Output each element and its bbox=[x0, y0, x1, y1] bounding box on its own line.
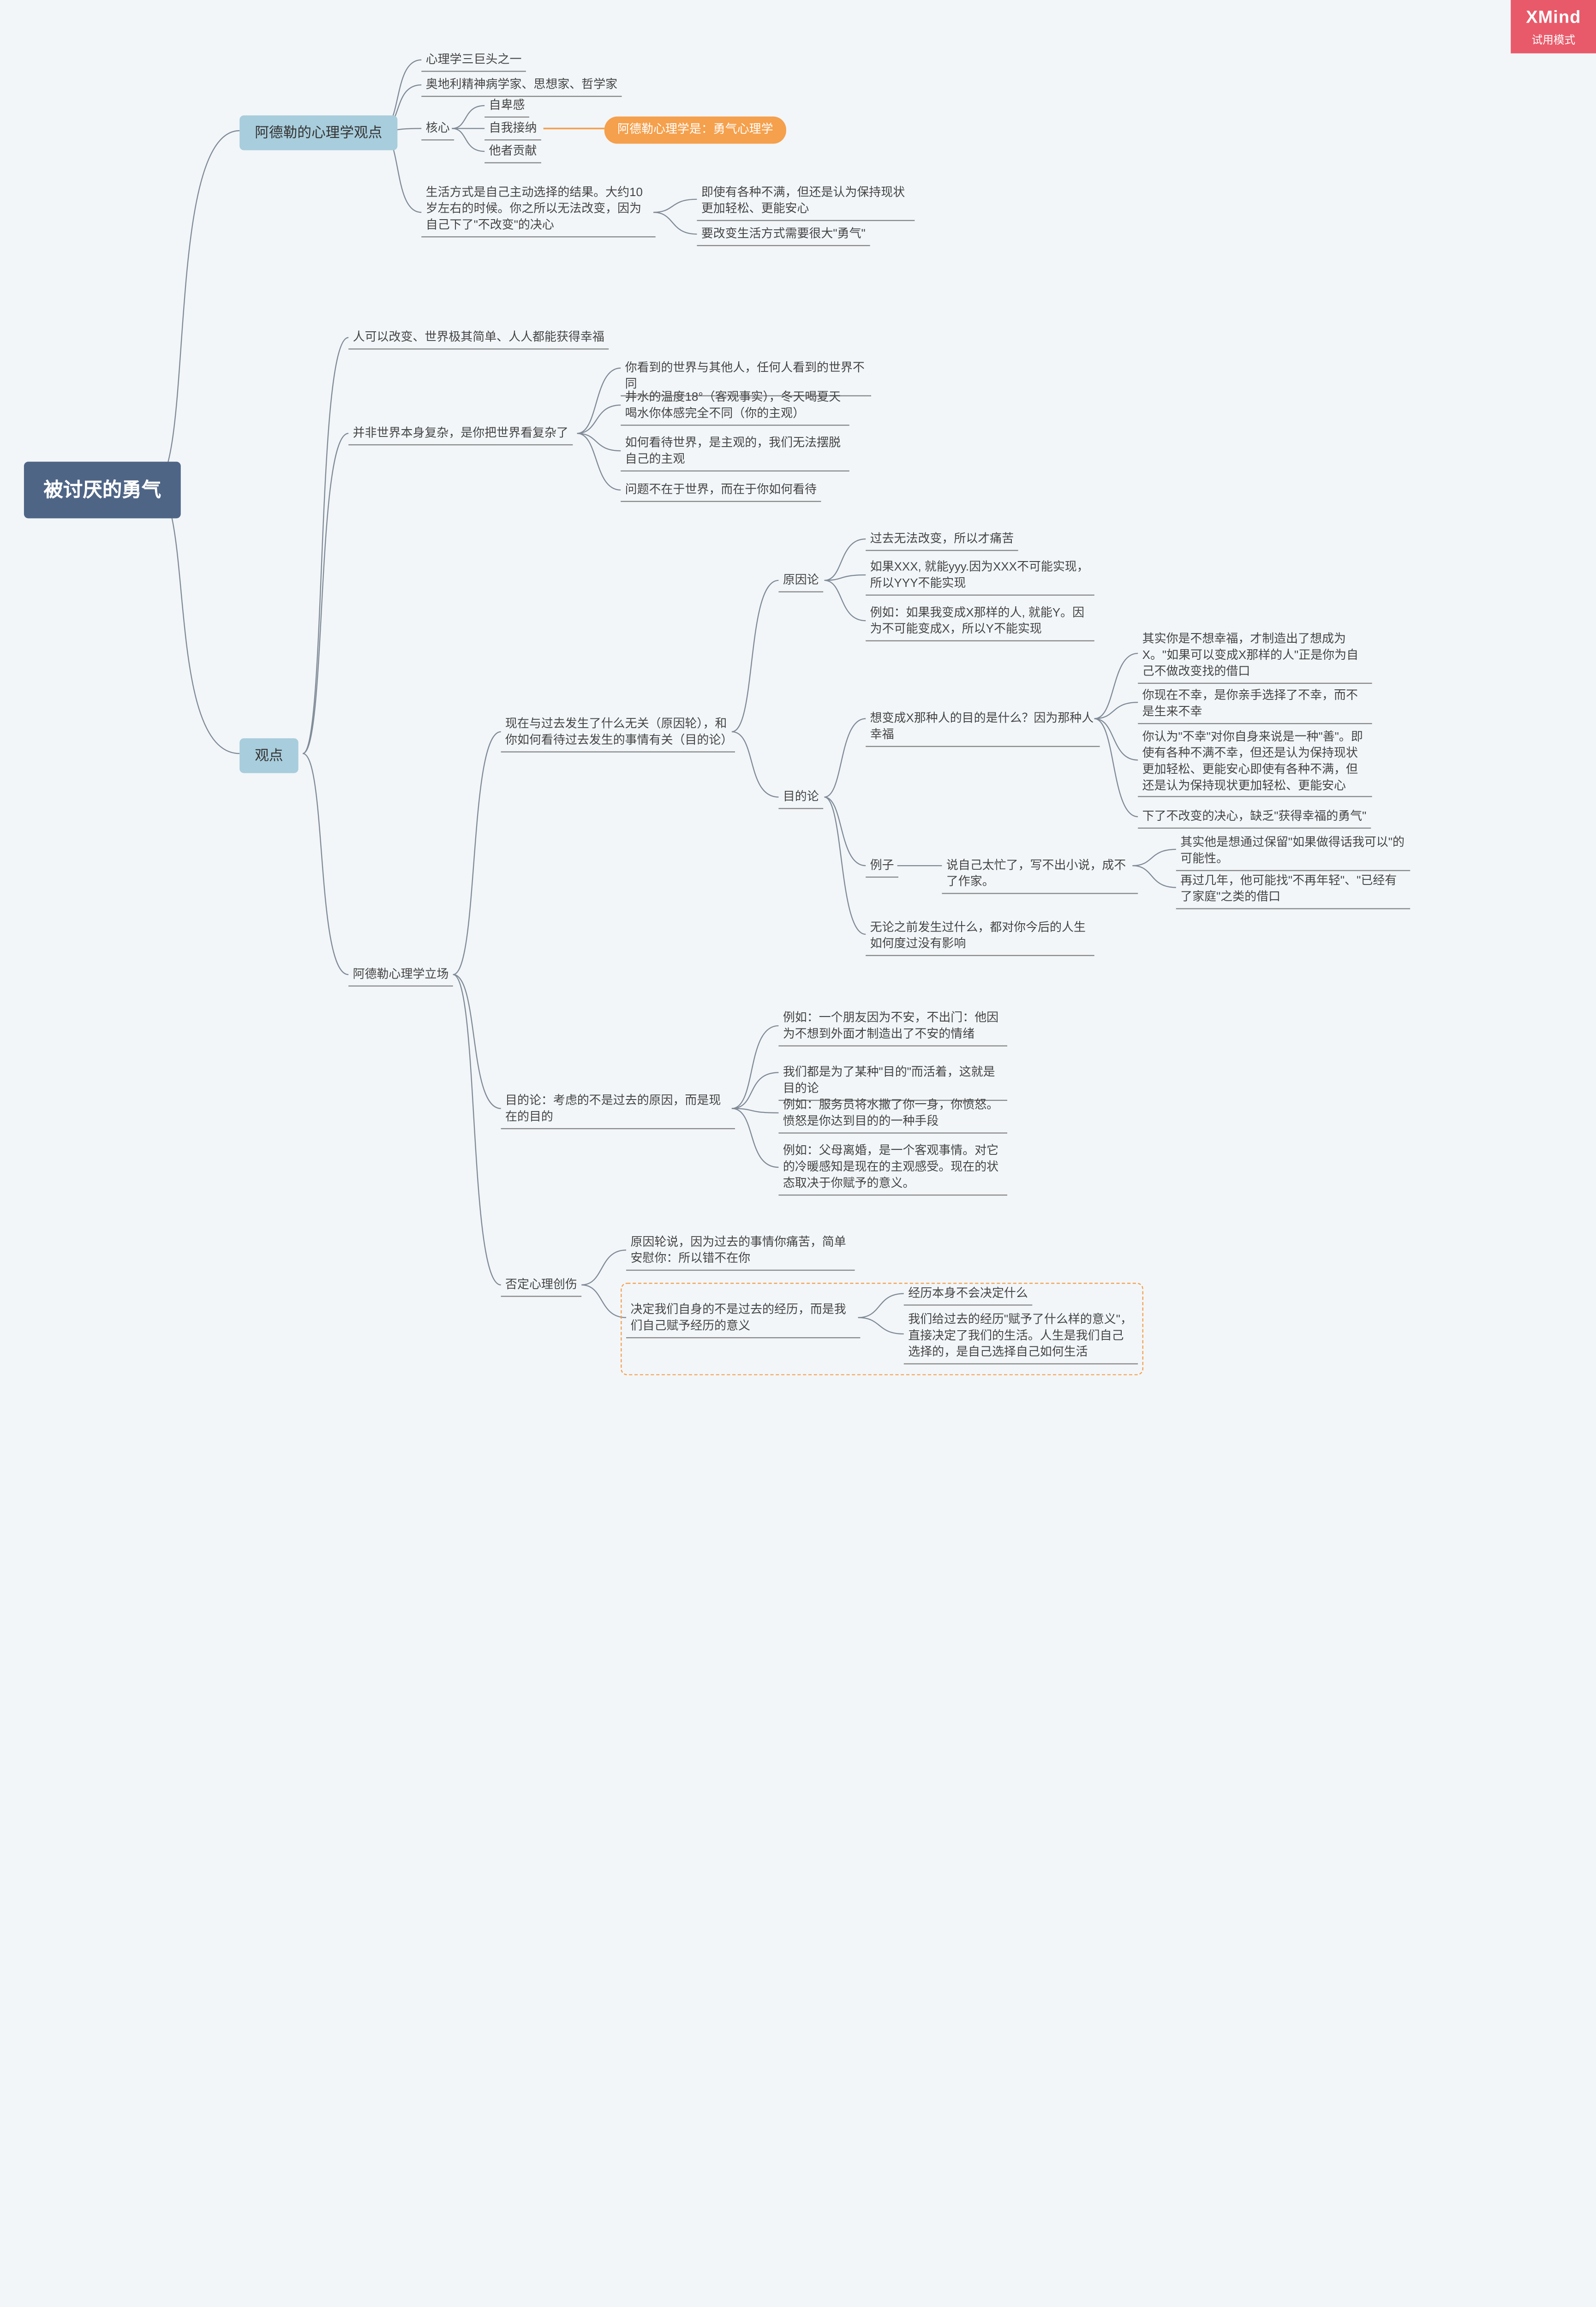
leaf-b3[interactable]: 阿德勒心理学立场 bbox=[348, 965, 453, 986]
leaf-b3a[interactable]: 现在与过去发生了什么无关（原因轮），和你如何看待过去发生的事情有关（目的论） bbox=[501, 714, 735, 752]
leaf-b3b2[interactable]: 我们都是为了某种"目的"而活着，这就是目的论 bbox=[778, 1063, 1007, 1100]
topic-adler-views[interactable]: 阿德勒的心理学观点 bbox=[239, 115, 397, 149]
leaf-b2d[interactable]: 问题不在于世界，而在于你如何看待 bbox=[621, 480, 821, 502]
leaf-b2[interactable]: 并非世界本身复杂，是你把世界看复杂了 bbox=[348, 424, 573, 445]
leaf-a3[interactable]: 核心 bbox=[421, 119, 454, 140]
xmind-watermark: XMind 试用模式 bbox=[1511, 0, 1596, 54]
leaf-g1b[interactable]: 你现在不幸，是你亲手选择了不幸，而不是生来不幸 bbox=[1138, 686, 1372, 724]
leaf-g1c[interactable]: 你认为"不幸"对你自身来说是一种"善"。即使有各种不满不幸，但还是认为保持现状更… bbox=[1138, 727, 1372, 797]
leaf-a3b[interactable]: 自我接纳 bbox=[484, 119, 541, 140]
leaf-b3b4[interactable]: 例如：父母离婚，是一个客观事情。对它的冷暖感知是现在的主观感受。现在的状态取决于… bbox=[778, 1141, 1007, 1195]
leaf-g1a[interactable]: 其实你是不想幸福，才制造出了想成为X。"如果可以变成X那样的人"正是你为自己不做… bbox=[1138, 629, 1372, 683]
topic-views[interactable]: 观点 bbox=[239, 738, 298, 772]
leaf-g2[interactable]: 例子 bbox=[866, 856, 898, 878]
watermark-brand: XMind bbox=[1526, 9, 1581, 28]
leaf-g3[interactable]: 无论之前发生过什么，都对你今后的人生如何度过没有影响 bbox=[866, 918, 1094, 956]
leaf-b3c2[interactable]: 决定我们自身的不是过去的经历，而是我们自己赋予经历的意义 bbox=[626, 1300, 860, 1338]
leaf-a4[interactable]: 生活方式是自己主动选择的结果。大约10岁左右的时候。你之所以无法改变，因为自己下… bbox=[421, 183, 655, 237]
leaf-a4b[interactable]: 要改变生活方式需要很大"勇气" bbox=[697, 224, 870, 246]
leaf-b3c2b[interactable]: 我们给过去的经历"赋予了什么样的意义"，直接决定了我们的生活。人生是我们自己选择… bbox=[904, 1310, 1138, 1364]
leaf-g1[interactable]: 想变成X那种人的目的是什么？因为那种人幸福 bbox=[866, 709, 1100, 747]
leaf-b1[interactable]: 人可以改变、世界极其简单、人人都能获得幸福 bbox=[348, 328, 609, 349]
leaf-a4a[interactable]: 即使有各种不满，但还是认为保持现状更加轻松、更能安心 bbox=[697, 183, 915, 221]
leaf-a1[interactable]: 心理学三巨头之一 bbox=[421, 50, 526, 72]
leaf-b2c[interactable]: 如何看待世界，是主观的，我们无法摆脱自己的主观 bbox=[621, 433, 849, 471]
leaf-b3b[interactable]: 目的论：考虑的不是过去的原因，而是现在的目的 bbox=[501, 1091, 735, 1129]
leaf-g1d[interactable]: 下了不改变的决心，缺乏"获得幸福的勇气" bbox=[1138, 807, 1371, 829]
leaf-b3c2a[interactable]: 经历本身不会决定什么 bbox=[904, 1284, 1032, 1305]
leaf-b3b3[interactable]: 例如：服务员将水撒了你一身，你愤怒。 愤怒是你达到目的的一种手段 bbox=[778, 1095, 1007, 1133]
leaf-b3b1[interactable]: 例如：一个朋友因为不安，不出门：他因为不想到外面才制造出了不安的情绪 bbox=[778, 1008, 1007, 1046]
leaf-g2x[interactable]: 说自己太忙了，写不出小说，成不了作家。 bbox=[942, 856, 1138, 894]
leaf-cause3[interactable]: 例如：如果我变成X那样的人, 就能Y。因为不可能变成X，所以Y不能实现 bbox=[866, 603, 1094, 641]
leaf-g2a[interactable]: 其实他是想通过保留"如果做得话我可以"的可能性。 bbox=[1176, 833, 1410, 871]
leaf-b3c1[interactable]: 原因轮说，因为过去的事情你痛苦，简单安慰你：所以错不在你 bbox=[626, 1233, 855, 1271]
callout-courage[interactable]: 阿德勒心理学是：勇气心理学 bbox=[604, 117, 786, 144]
leaf-goal[interactable]: 目的论 bbox=[778, 787, 823, 809]
watermark-mode: 试用模式 bbox=[1526, 30, 1581, 47]
leaf-a3c[interactable]: 他者贡献 bbox=[484, 142, 541, 163]
root-node[interactable]: 被讨厌的勇气 bbox=[24, 462, 181, 519]
leaf-a2[interactable]: 奥地利精神病学家、思想家、哲学家 bbox=[421, 75, 622, 97]
leaf-b3c[interactable]: 否定心理创伤 bbox=[501, 1275, 582, 1297]
leaf-cause2[interactable]: 如果XXX, 就能yyy.因为XXX不可能实现，所以YYY不能实现 bbox=[866, 557, 1094, 595]
leaf-cause1[interactable]: 过去无法改变，所以才痛苦 bbox=[866, 529, 1018, 551]
leaf-g2b[interactable]: 再过几年，他可能找"不再年轻"、"已经有了家庭"之类的借口 bbox=[1176, 871, 1410, 909]
leaf-cause[interactable]: 原因论 bbox=[778, 571, 823, 592]
leaf-a3a[interactable]: 自卑感 bbox=[484, 96, 529, 118]
leaf-b2b[interactable]: 井水的温度18°（客观事实），冬天喝夏天喝水你体感完全不同（你的主观） bbox=[621, 388, 849, 425]
